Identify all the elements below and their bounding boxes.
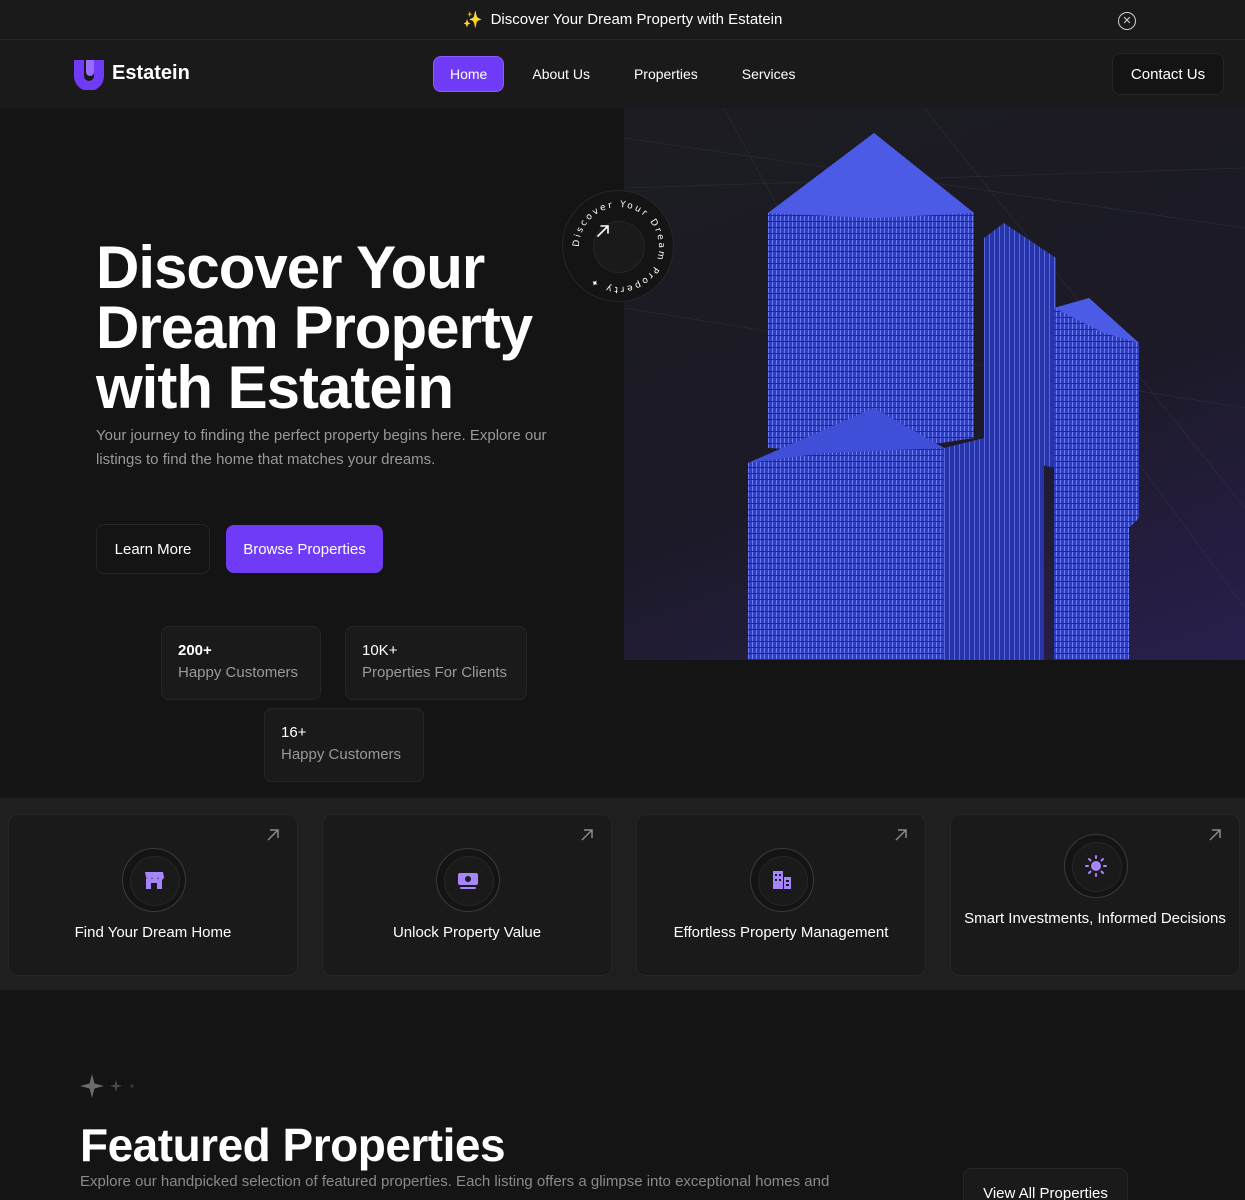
feature-title: Smart Investments, Informed Decisions [964,910,1226,927]
stat-label: Properties For Clients [362,664,508,681]
stat-label: Happy Customers [178,664,299,681]
feature-card-find-home[interactable]: Find Your Dream Home [8,814,298,976]
nav-about-us[interactable]: About Us [516,56,606,92]
discover-badge[interactable]: Discover Your Dream Property ✦ [562,190,674,302]
feature-card-smart-investments[interactable]: Smart Investments, Informed Decisions [950,814,1240,976]
nav-home[interactable]: Home [433,56,505,92]
sparkles-decoration-icon [80,1074,134,1098]
banner-text: Discover Your Dream Property with Estate… [490,11,783,28]
featured-properties-subtitle: Explore our handpicked selection of feat… [80,1173,830,1190]
main-nav: Home About Us Properties Services [433,56,823,92]
buildings-icon [750,848,814,912]
feature-title: Find Your Dream Home [74,924,232,941]
storefront-icon [122,848,186,912]
stat-card: 200+ Happy Customers [161,626,321,700]
page: ✨ Discover Your Dream Property with Esta… [0,0,1245,1200]
arrow-up-right-icon [581,829,593,841]
close-banner-icon[interactable]: ✕ [1118,12,1136,30]
nav-properties[interactable]: Properties [618,56,714,92]
browse-properties-button[interactable]: Browse Properties [226,525,383,573]
stat-card: 16+ Happy Customers [264,708,424,782]
stat-number: 16+ [281,724,307,741]
arrow-up-right-icon [593,221,645,273]
logo[interactable]: Estatein [72,56,190,90]
sparkles-icon: ✨ [462,11,483,29]
view-all-properties-button[interactable]: View All Properties [963,1168,1128,1200]
logo-icon [74,60,104,90]
arrow-up-right-icon [267,829,279,841]
nav-services[interactable]: Services [726,56,812,92]
learn-more-button[interactable]: Learn More [96,524,210,574]
stat-label: Happy Customers [281,746,402,763]
stat-card: 10K+ Properties For Clients [345,626,527,700]
feature-title: Unlock Property Value [392,924,542,941]
arrow-up-right-icon [895,829,907,841]
feature-title: Effortless Property Management [673,924,889,941]
stat-number: 200+ [178,642,212,659]
stat-number: 10K+ [362,642,398,659]
hero-title: Discover Your Dream Property with Estate… [96,234,533,421]
feature-card-property-value[interactable]: Unlock Property Value [322,814,612,976]
feature-card-property-management[interactable]: Effortless Property Management [636,814,926,976]
hero-building-image [624,108,1245,660]
logo-text: Estatein [112,61,190,84]
cash-icon [436,848,500,912]
sun-icon [1064,834,1128,898]
site-header: Estatein Home About Us Properties Servic… [0,40,1245,108]
top-banner: ✨ Discover Your Dream Property with Esta… [0,0,1245,40]
contact-us-button[interactable]: Contact Us [1112,53,1224,95]
arrow-up-right-icon [1209,829,1221,841]
featured-properties-title: Featured Properties [80,1119,506,1171]
hero-subtitle: Your journey to finding the perfect prop… [96,427,547,468]
